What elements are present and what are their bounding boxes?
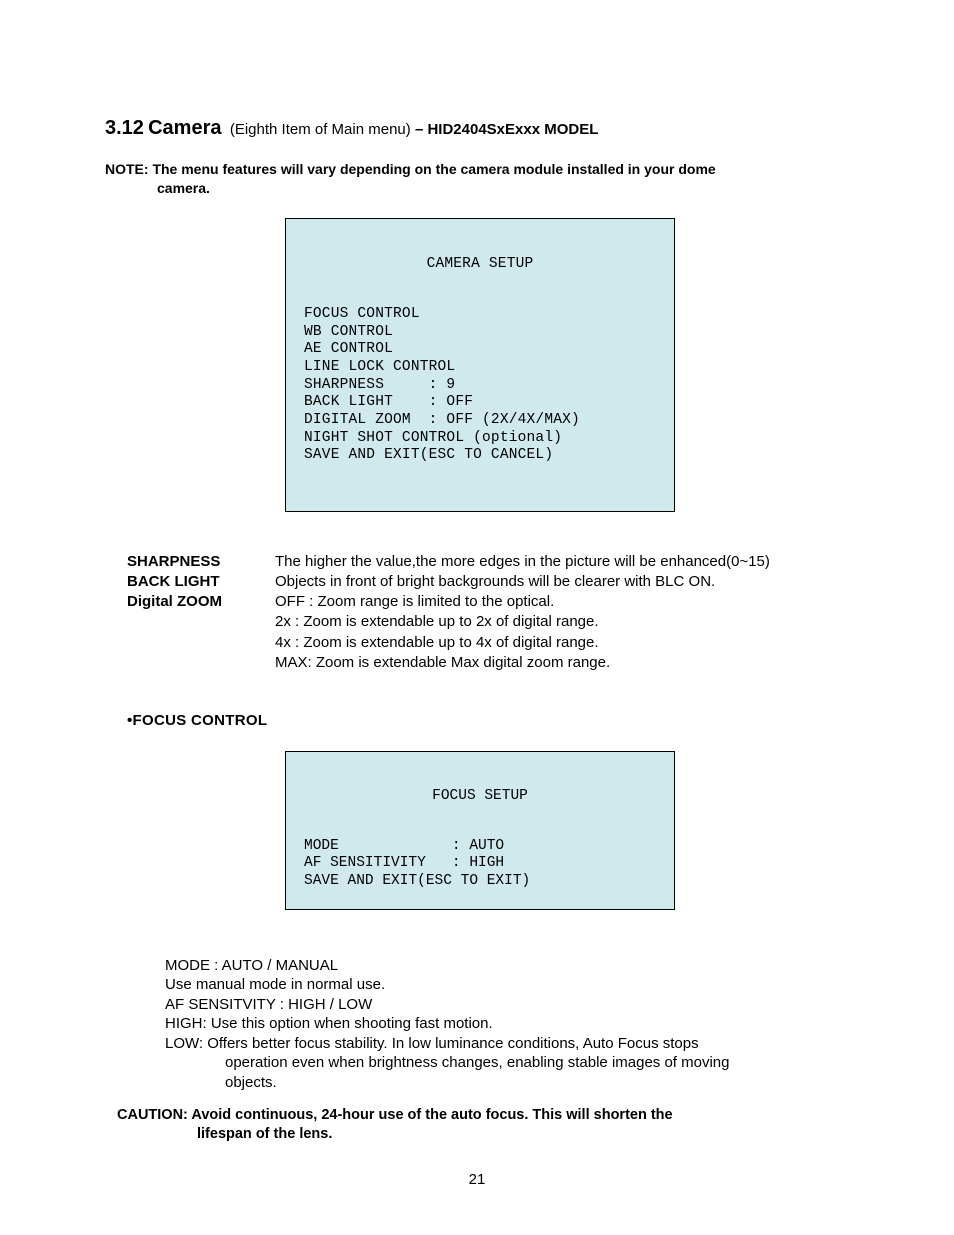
screen1-line7: DIGITAL ZOOM : OFF (2X/4X/MAX) [304,412,580,428]
caution-label: CAUTION: [117,1107,188,1123]
def-label-sharpness: SHARPNESS [127,552,275,572]
def-row-backlight: BACK LIGHT Objects in front of bright ba… [127,572,854,592]
heading-title: Camera [148,117,221,139]
def-desc-sharpness: The higher the value,the more edges in t… [275,552,854,572]
heading-paren: (Eighth Item of Main menu) [226,121,411,138]
focus-t4: HIGH: Use this option when shooting fast… [165,1014,854,1034]
focus-body-text: MODE : AUTO / MANUAL Use manual mode in … [165,956,854,1093]
note-label: NOTE: [105,161,149,177]
screen1-line5: SHARPNESS : 9 [304,377,455,393]
def-row-dzoom: Digital ZOOM OFF : Zoom range is limited… [127,592,854,612]
screen1-line2: WB CONTROL [304,324,393,340]
screen1-line9: SAVE AND EXIT(ESC TO CANCEL) [304,447,553,463]
def-label-dzoom: Digital ZOOM [127,592,275,612]
focus-t1: MODE : AUTO / MANUAL [165,956,854,976]
focus-t5c: objects. [165,1073,854,1093]
screen2-line1: MODE : AUTO [304,838,504,854]
section-heading: 3.12 Camera (Eighth Item of Main menu) –… [105,115,854,142]
screen1-title: CAMERA SETUP [304,256,656,274]
heading-model: – HID2404SxExxx MODEL [415,121,598,138]
def-desc-dzoom-off: OFF : Zoom range is limited to the optic… [275,592,854,612]
screen1-line1: FOCUS CONTROL [304,306,420,322]
note-text-2: camera. [157,180,210,196]
screen1-line4: LINE LOCK CONTROL [304,359,455,375]
def-desc-backlight: Objects in front of bright backgrounds w… [275,572,854,592]
definitions-block: SHARPNESS The higher the value,the more … [127,552,854,674]
focus-t5a: LOW: Offers better focus stability. In l… [165,1034,854,1054]
caution-t1: Avoid continuous, 24-hour use of the aut… [191,1107,672,1123]
camera-setup-screen: CAMERA SETUP FOCUS CONTROL WB CONTROL AE… [285,218,675,512]
heading-number: 3.12 [105,117,144,139]
screen2-line3: SAVE AND EXIT(ESC TO EXIT) [304,873,530,889]
caution-block: CAUTION: Avoid continuous, 24-hour use o… [117,1106,854,1144]
focus-t5b: operation even when brightness changes, … [165,1053,854,1073]
focus-setup-screen: FOCUS SETUP MODE : AUTO AF SENSITIVITY :… [285,751,675,909]
focus-t3: AF SENSITVITY : HIGH / LOW [165,995,854,1015]
def-row-sharpness: SHARPNESS The higher the value,the more … [127,552,854,572]
focus-control-heading: •FOCUS CONTROL [127,711,854,731]
screen1-line8: NIGHT SHOT CONTROL (optional) [304,430,562,446]
def-desc-dzoom-2x: 2x : Zoom is extendable up to 2x of digi… [275,612,854,632]
def-desc-dzoom-4x: 4x : Zoom is extendable up to 4x of digi… [275,633,854,653]
caution-t2: lifespan of the lens. [197,1126,332,1142]
note-block: NOTE: The menu features will vary depend… [105,160,854,198]
screen1-line6: BACK LIGHT : OFF [304,394,473,410]
def-label-backlight: BACK LIGHT [127,572,275,592]
focus-t2: Use manual mode in normal use. [165,975,854,995]
screen1-line3: AE CONTROL [304,341,393,357]
page-number: 21 [0,1170,954,1190]
screen2-title: FOCUS SETUP [304,788,656,806]
note-text-1: The menu features will vary depending on… [152,161,715,177]
def-desc-dzoom-max: MAX: Zoom is extendable Max digital zoom… [275,653,854,673]
screen2-line2: AF SENSITIVITY : HIGH [304,855,504,871]
